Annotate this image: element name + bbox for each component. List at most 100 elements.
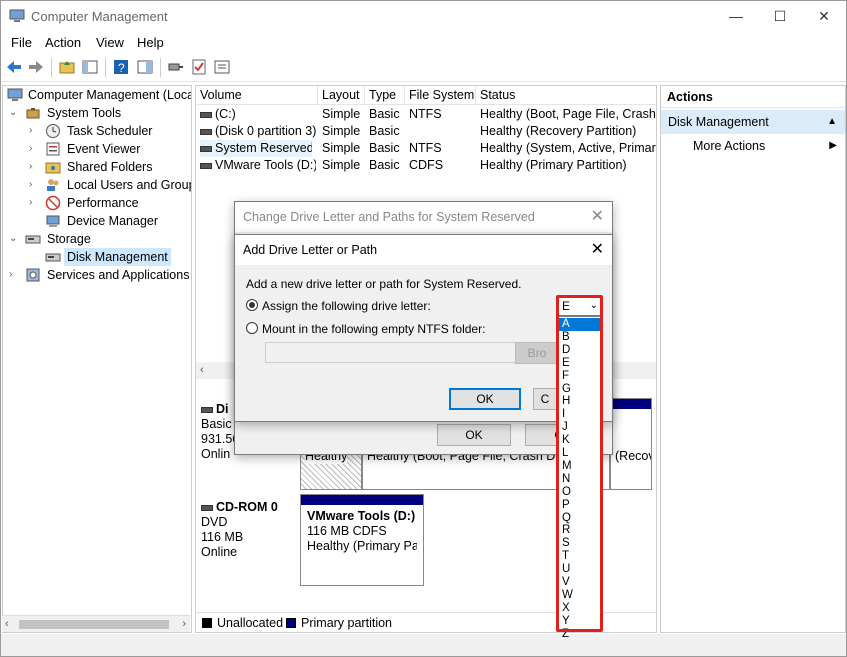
tree-item-system-tools[interactable]: ⌄ System Tools: [9, 104, 189, 122]
chevron-right-icon[interactable]: ›: [29, 122, 39, 140]
table-row[interactable]: (C:) Simple Basic NTFS Healthy (Boot, Pa…: [196, 106, 656, 123]
column-file-system[interactable]: File System: [405, 86, 476, 105]
column-status[interactable]: Status: [476, 86, 656, 105]
scroll-right-icon[interactable]: ›: [182, 616, 186, 633]
menu-help[interactable]: Help: [137, 35, 164, 50]
drive-letter-option[interactable]: L: [559, 447, 600, 460]
menu-action[interactable]: Action: [45, 35, 81, 50]
tree-item-event-viewer[interactable]: › Event Viewer: [29, 140, 191, 158]
close-button[interactable]: ✕: [801, 1, 847, 32]
add-dialog-ok-button[interactable]: OK: [449, 388, 521, 410]
tree-item-task-scheduler[interactable]: › Task Scheduler: [29, 122, 191, 140]
drive-letter-option[interactable]: R: [559, 524, 600, 537]
mount-folder-label[interactable]: Mount in the following empty NTFS folder…: [262, 322, 485, 336]
show-hide-tree-icon[interactable]: [81, 58, 99, 76]
tree-horizontal-scrollbar[interactable]: ‹ ›: [2, 615, 190, 632]
cd-rom-partition[interactable]: VMware Tools (D:) 116 MB CDFS Healthy (P…: [300, 494, 424, 586]
drive-letter-option[interactable]: V: [559, 576, 600, 589]
actions-section-disk-management[interactable]: Disk Management ▲: [661, 110, 845, 134]
minimize-button[interactable]: —: [713, 1, 759, 32]
chevron-right-icon[interactable]: ›: [29, 194, 39, 212]
drive-letter-option[interactable]: Z: [559, 628, 600, 641]
drive-letter-option[interactable]: H: [559, 395, 600, 408]
title-bar: Computer Management — ☐ ✕: [1, 1, 846, 32]
actions-title: Actions: [661, 86, 845, 108]
drive-letter-option[interactable]: Y: [559, 615, 600, 628]
column-volume[interactable]: Volume: [196, 86, 318, 105]
assign-letter-label[interactable]: Assign the following drive letter:: [262, 299, 431, 313]
drive-letter-option[interactable]: O: [559, 486, 600, 499]
tree-item-performance[interactable]: › Performance: [29, 194, 191, 212]
drive-letter-option[interactable]: F: [559, 370, 600, 383]
browse-button[interactable]: Bro: [515, 342, 559, 364]
back-arrow-icon[interactable]: [5, 58, 23, 76]
table-row[interactable]: VMware Tools (D:) Simple Basic CDFS Heal…: [196, 157, 656, 174]
drive-letter-option[interactable]: D: [559, 344, 600, 357]
close-icon[interactable]: ✕: [591, 235, 604, 265]
column-layout[interactable]: Layout: [318, 86, 365, 105]
drive-letter-option[interactable]: K: [559, 434, 600, 447]
scrollbar-thumb[interactable]: [19, 620, 169, 629]
table-row[interactable]: System Reserved Simple Basic NTFS Health…: [196, 140, 656, 157]
drive-icon: [200, 111, 212, 118]
tree-item-storage[interactable]: ⌄ Storage: [9, 230, 189, 248]
list-view-icon[interactable]: [213, 58, 231, 76]
tree-item-local-users[interactable]: › Local Users and Groups: [29, 176, 191, 194]
properties-pane-icon[interactable]: [136, 58, 154, 76]
computer-management-icon: [9, 9, 25, 22]
drive-letter-option[interactable]: B: [559, 331, 600, 344]
cd-rom-0-info[interactable]: CD-ROM 0 DVD 116 MB Online: [201, 500, 301, 560]
maximize-button[interactable]: ☐: [757, 1, 803, 32]
drive-letter-option[interactable]: I: [559, 408, 600, 421]
more-actions-item[interactable]: More Actions ▶: [661, 135, 845, 157]
menu-file[interactable]: File: [11, 35, 32, 50]
drive-letter-option[interactable]: Q: [559, 512, 600, 525]
menu-view[interactable]: View: [96, 35, 124, 50]
add-dialog-cancel-button[interactable]: C: [533, 388, 557, 410]
change-dialog-ok-button[interactable]: OK: [437, 424, 511, 446]
scroll-left-icon[interactable]: ‹: [5, 616, 9, 633]
drive-letter-option[interactable]: J: [559, 421, 600, 434]
tree-item-disk-management[interactable]: Disk Management: [29, 248, 191, 266]
drive-letter-list: ABDEFGHIJKLMNOPQRSTUVWXYZ: [557, 316, 602, 640]
column-type[interactable]: Type: [365, 86, 405, 105]
drive-letter-option[interactable]: M: [559, 460, 600, 473]
collapse-up-icon[interactable]: ▲: [827, 110, 837, 134]
chevron-right-icon[interactable]: ›: [29, 158, 39, 176]
drive-letter-option[interactable]: X: [559, 602, 600, 615]
checklist-icon[interactable]: [190, 58, 208, 76]
chevron-right-icon[interactable]: ›: [9, 266, 19, 284]
drive-letter-option[interactable]: U: [559, 563, 600, 576]
drive-letter-option[interactable]: N: [559, 473, 600, 486]
drive-letter-option[interactable]: T: [559, 550, 600, 563]
connect-icon[interactable]: [167, 58, 185, 76]
tree-item-computer-management[interactable]: Computer Management (Local: [7, 86, 191, 104]
chevron-right-icon[interactable]: ›: [29, 176, 39, 194]
folder-path-input[interactable]: [265, 342, 521, 363]
chevron-down-icon[interactable]: ⌄: [9, 104, 19, 122]
scroll-left-icon[interactable]: ‹: [200, 362, 204, 379]
chevron-down-icon[interactable]: ⌄: [590, 297, 598, 315]
up-folder-icon[interactable]: [58, 58, 76, 76]
drive-letter-option[interactable]: S: [559, 537, 600, 550]
tree-item-services-applications[interactable]: › Services and Applications: [9, 266, 189, 284]
drive-letter-option[interactable]: A: [559, 318, 600, 331]
cd-drive-icon: [200, 162, 212, 169]
tree-item-device-manager[interactable]: Device Manager: [29, 212, 191, 230]
table-row[interactable]: (Disk 0 partition 3) Simple Basic Health…: [196, 123, 656, 140]
close-icon[interactable]: ✕: [591, 202, 604, 232]
drive-letter-option[interactable]: W: [559, 589, 600, 602]
drive-letter-combo[interactable]: E ⌄: [557, 296, 602, 316]
forward-arrow-icon[interactable]: [27, 58, 45, 76]
help-icon[interactable]: ?: [112, 58, 130, 76]
drive-letter-option[interactable]: G: [559, 383, 600, 396]
tree-item-shared-folders[interactable]: › Shared Folders: [29, 158, 191, 176]
chevron-down-icon[interactable]: ⌄: [9, 230, 19, 248]
assign-letter-radio[interactable]: [246, 299, 258, 311]
disk-0-partition-3[interactable]: (Recov: [610, 398, 652, 490]
device-manager-icon: [46, 215, 60, 227]
chevron-right-icon[interactable]: ›: [29, 140, 39, 158]
drive-letter-option[interactable]: P: [559, 499, 600, 512]
drive-letter-option[interactable]: E: [559, 357, 600, 370]
mount-folder-radio[interactable]: [246, 322, 258, 334]
